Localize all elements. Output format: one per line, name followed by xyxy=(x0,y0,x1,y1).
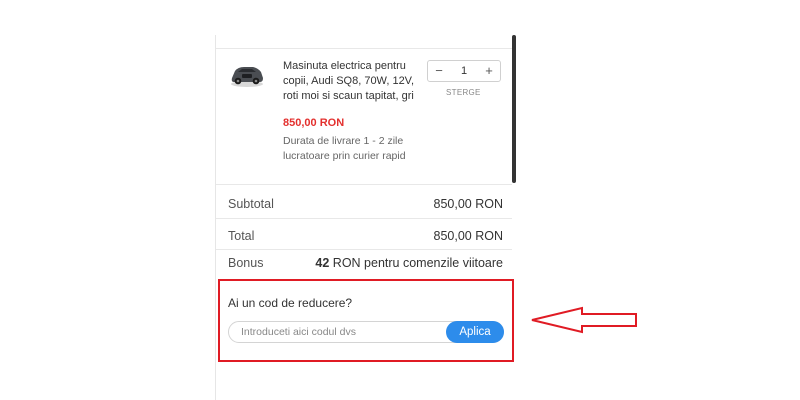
product-price: 850,00 RON xyxy=(283,117,345,129)
bonus-value: 42 RON pentru comenzile viitoare xyxy=(315,256,503,270)
divider xyxy=(216,218,512,219)
delivery-info: Durata de livrare 1 - 2 zile lucratoare … xyxy=(283,135,406,162)
increase-button[interactable]: + xyxy=(478,61,500,81)
bonus-text: RON pentru comenzile viitoare xyxy=(329,256,503,270)
divider xyxy=(216,249,512,250)
subtotal-label: Subtotal xyxy=(228,197,274,211)
quantity-value[interactable]: 1 xyxy=(450,65,478,77)
subtotal-value: 850,00 RON xyxy=(433,197,503,211)
total-value: 850,00 RON xyxy=(433,229,503,243)
bonus-label: Bonus xyxy=(228,256,264,270)
coupon-title: Ai un cod de reducere? xyxy=(228,296,353,310)
divider xyxy=(216,184,512,185)
arrow-icon xyxy=(531,306,637,334)
apply-button[interactable]: Aplica xyxy=(446,321,504,343)
total-label: Total xyxy=(228,229,255,243)
divider xyxy=(216,48,512,49)
scrollbar[interactable] xyxy=(512,35,516,183)
product-image[interactable] xyxy=(229,60,265,90)
remove-button[interactable]: STERGE xyxy=(446,88,481,97)
quantity-stepper: − 1 + xyxy=(427,60,501,82)
bonus-amount: 42 xyxy=(315,256,330,270)
decrease-button[interactable]: − xyxy=(428,61,450,81)
product-name[interactable]: Masinuta electrica pentru copii, Audi SQ… xyxy=(283,59,418,104)
